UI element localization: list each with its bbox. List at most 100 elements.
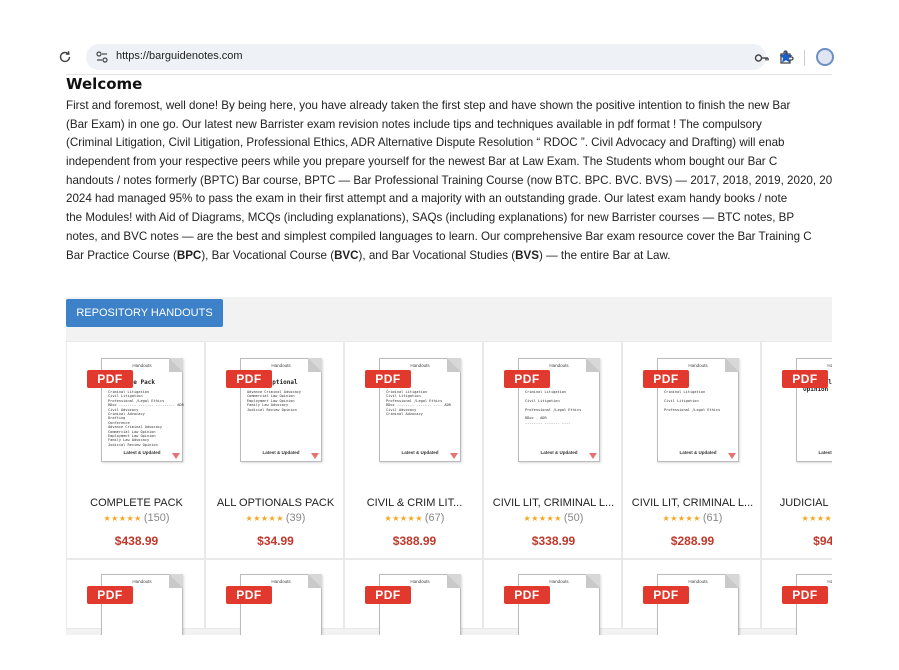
review-count: (61) bbox=[702, 512, 723, 524]
doc-footer: Latest & Updated bbox=[401, 450, 439, 455]
product-name[interactable]: CIVIL LIT, CRIMINAL L... bbox=[488, 497, 619, 509]
doc-header: Handouts bbox=[827, 363, 832, 368]
product-price: $338.99 bbox=[531, 534, 576, 548]
product-card[interactable]: Handouts PDF bbox=[205, 559, 344, 635]
product-price: $288.99 bbox=[670, 534, 715, 548]
doc-header: Handouts bbox=[827, 579, 832, 584]
bold-bvs: BVS bbox=[515, 248, 539, 262]
product-name[interactable]: CIVIL LIT, CRIMINAL L... bbox=[627, 497, 758, 509]
doc-footer: Latest & Updated bbox=[262, 450, 300, 455]
product-rating: ★★★★★(12) bbox=[762, 512, 832, 524]
product-card[interactable]: Handouts Criminal Litigation Civil Litiga… bbox=[483, 341, 622, 559]
repository-panel: REPOSITORY HANDOUTS HandoutsComplete Pac… bbox=[66, 297, 832, 635]
welcome-heading: Welcome bbox=[66, 75, 143, 93]
product-card[interactable]: Handouts Total Optional Advance Criminal A… bbox=[205, 341, 344, 559]
doc-header: Handouts bbox=[271, 363, 291, 368]
intro-line: handouts / notes formerly (BPTC) Bar cou… bbox=[66, 173, 832, 187]
doc-header: Handouts bbox=[549, 579, 569, 584]
product-name[interactable]: ALL OPTIONALS PACK bbox=[210, 497, 341, 509]
document-preview: Handouts bbox=[657, 574, 739, 635]
review-count: (50) bbox=[563, 512, 584, 524]
product-thumbnail[interactable]: Handouts PDF bbox=[643, 574, 739, 635]
intro-line: (Bar Exam) in one go. Our latest new Bar… bbox=[66, 117, 762, 131]
doc-footer: Latest & Updated bbox=[679, 450, 717, 455]
extensions-icon[interactable] bbox=[778, 49, 794, 65]
pdf-badge: PDF bbox=[782, 370, 828, 388]
repository-handouts-button[interactable]: REPOSITORY HANDOUTS bbox=[66, 299, 223, 327]
address-bar[interactable]: https://barguidenotes.com bbox=[86, 44, 793, 70]
product-thumbnail[interactable]: Handouts PDF bbox=[782, 574, 832, 635]
document-preview: Handouts bbox=[101, 574, 183, 635]
pdf-badge: PDF bbox=[504, 370, 550, 388]
product-thumbnail[interactable]: Handouts PDF bbox=[504, 574, 600, 635]
intro-line: 2024 had managed 95% to pass the exam in… bbox=[66, 192, 788, 206]
download-arrow-icon bbox=[589, 453, 597, 459]
product-thumbnail[interactable]: Handouts PDF bbox=[226, 574, 322, 635]
product-thumbnail[interactable]: Handouts Criminal Litigation Civil Litiga… bbox=[504, 358, 600, 464]
profile-avatar-icon[interactable] bbox=[816, 48, 834, 66]
product-card[interactable]: Handouts PDF bbox=[66, 559, 205, 635]
pdf-badge: PDF bbox=[226, 370, 272, 388]
review-count: (67) bbox=[424, 512, 445, 524]
doc-header: Handouts bbox=[410, 363, 430, 368]
bold-bpc: BPC bbox=[176, 248, 202, 262]
pdf-badge: PDF bbox=[226, 586, 272, 604]
download-arrow-icon bbox=[450, 453, 458, 459]
product-card[interactable]: Handouts Criminal Litigation Civil Litiga… bbox=[344, 341, 483, 559]
doc-header: Handouts bbox=[688, 579, 708, 584]
pdf-badge: PDF bbox=[643, 586, 689, 604]
doc-header: Handouts bbox=[271, 579, 291, 584]
text-span: Bar Practice Course ( bbox=[66, 248, 177, 262]
product-thumbnail[interactable]: Handouts Total Optional Advance Criminal A… bbox=[226, 358, 322, 464]
product-thumbnail[interactable]: Handouts Criminal Litigation Civil Litiga… bbox=[643, 358, 739, 464]
key-icon[interactable] bbox=[754, 51, 770, 65]
rating-stars-icon: ★★★★★ bbox=[523, 514, 562, 523]
doc-header: Handouts bbox=[132, 579, 152, 584]
product-card[interactable]: Handouts PDF bbox=[344, 559, 483, 635]
product-card[interactable]: HandoutsComplete PackCriminal Litigation… bbox=[66, 341, 205, 559]
doc-contents: Criminal Litigation Civil Litigation Pro… bbox=[108, 390, 184, 447]
product-thumbnail[interactable]: Handouts Criminal Litigation Civil Litiga… bbox=[365, 358, 461, 464]
product-thumbnail[interactable]: Handouts PDF bbox=[87, 574, 183, 635]
pdf-badge: PDF bbox=[87, 370, 133, 388]
product-rating: ★★★★★ (67) bbox=[345, 512, 484, 524]
product-card[interactable]: Handouts PDF bbox=[622, 559, 761, 635]
rating-stars-icon: ★★★★★ bbox=[245, 514, 284, 523]
product-rating: ★★★★★ (61) bbox=[623, 512, 762, 524]
rating-stars-icon: ★★★★★ bbox=[103, 514, 142, 523]
download-arrow-icon bbox=[311, 453, 319, 459]
product-card[interactable]: Handouts PDF bbox=[483, 559, 622, 635]
site-settings-icon[interactable] bbox=[94, 49, 110, 65]
product-thumbnail[interactable]: Handouts PDF bbox=[365, 574, 461, 635]
doc-footer: Latest & Updated bbox=[540, 450, 578, 455]
product-card[interactable]: Handouts Criminal Litigation Civil Litiga… bbox=[622, 341, 761, 559]
product-rating: ★★★★★ (150) bbox=[67, 512, 206, 524]
product-card[interactable]: HandoutsJudicial Review OpinionLatest & … bbox=[761, 341, 832, 559]
doc-contents: Criminal Litigation Civil Litigation Pro… bbox=[386, 390, 451, 417]
intro-line: the Modules! with Aid of Diagrams, MCQs … bbox=[66, 211, 795, 225]
doc-contents: Criminal Litigation Civil Litigation Pro… bbox=[525, 390, 582, 425]
intro-paragraph: First and foremost, well done! By being … bbox=[66, 97, 832, 265]
document-preview: Handouts bbox=[379, 574, 461, 635]
product-rating: ★★★★★ (50) bbox=[484, 512, 623, 524]
pdf-badge: PDF bbox=[643, 370, 689, 388]
download-arrow-icon bbox=[172, 453, 180, 459]
pdf-badge: PDF bbox=[365, 370, 411, 388]
product-name[interactable]: COMPLETE PACK bbox=[71, 497, 202, 509]
reload-icon[interactable] bbox=[56, 48, 74, 66]
pdf-badge: PDF bbox=[782, 586, 828, 604]
intro-line: First and foremost, well done! By being … bbox=[66, 99, 791, 112]
product-name[interactable]: JUDICIAL REVIEW... bbox=[766, 497, 832, 509]
product-price: $388.99 bbox=[392, 534, 437, 548]
pdf-badge: PDF bbox=[87, 586, 133, 604]
product-thumbnail[interactable]: HandoutsComplete PackCriminal Litigation… bbox=[87, 358, 184, 464]
url-text[interactable]: https://barguidenotes.com bbox=[116, 50, 243, 62]
rating-stars-icon: ★★★★★ bbox=[662, 514, 701, 523]
product-rating: ★★★★★ (39) bbox=[206, 512, 345, 524]
product-card[interactable]: Handouts PDF bbox=[761, 559, 832, 635]
product-thumbnail[interactable]: HandoutsJudicial Review OpinionLatest & … bbox=[782, 358, 832, 464]
doc-contents: Criminal Litigation Civil Litigation Pro… bbox=[664, 390, 721, 412]
product-name[interactable]: CIVIL & CRIM LIT... bbox=[349, 497, 480, 509]
toolbar-divider bbox=[804, 50, 805, 66]
rating-stars-icon: ★★★★★ bbox=[384, 514, 423, 523]
